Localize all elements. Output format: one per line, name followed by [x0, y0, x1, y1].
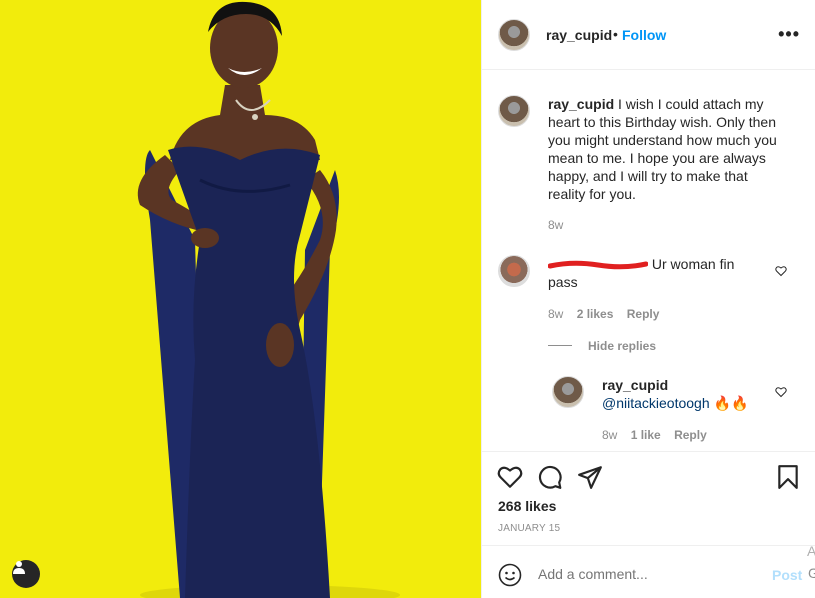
reply-mention[interactable]: @niitackieotoogh	[602, 395, 710, 411]
comment-time[interactable]: 8w	[548, 307, 563, 321]
comment-text: Ur woman fin pass	[547, 255, 748, 291]
caption: ray_cupid I wish I could attach my heart…	[498, 95, 798, 235]
add-comment-bar: Post	[482, 545, 815, 598]
hide-replies-line	[548, 345, 572, 346]
post-comment-button[interactable]: Post	[772, 567, 802, 583]
reply-time[interactable]: 8w	[602, 428, 617, 442]
user-silhouette-icon	[13, 561, 25, 574]
comment-bubble-icon[interactable]	[537, 464, 563, 490]
reply-meta: 8w 1 like Reply	[602, 428, 717, 442]
post-actions: 268 likes JANUARY 15	[482, 451, 815, 551]
post-date[interactable]: JANUARY 15	[498, 523, 560, 534]
reply-avatar[interactable]	[552, 376, 584, 408]
bookmark-icon[interactable]	[775, 464, 801, 490]
follow-button[interactable]: Follow	[622, 27, 666, 43]
comment-input[interactable]	[538, 566, 758, 582]
reply-reply-button[interactable]: Reply	[674, 428, 707, 442]
paper-plane-icon[interactable]	[577, 464, 603, 490]
comment-meta: 8w 2 likes Reply	[548, 307, 669, 321]
clipped-overlay-char-2: G	[808, 565, 815, 581]
caption-avatar[interactable]	[498, 95, 530, 127]
reply-item: ray_cupid @niitackieotoogh 🔥🔥 8w 1 like …	[552, 376, 802, 446]
comment-reply-button[interactable]: Reply	[627, 307, 660, 321]
redacted-username-scribble	[547, 261, 649, 270]
comment-like-heart-icon[interactable]	[775, 265, 787, 277]
comment-likes[interactable]: 2 likes	[577, 307, 614, 321]
smiley-icon[interactable]	[498, 563, 522, 587]
author-username[interactable]: ray_cupid	[546, 27, 612, 43]
clipped-overlay-char: A	[807, 543, 815, 559]
post-header: ray_cupid • Follow •••	[482, 0, 815, 70]
caption-time[interactable]: 8w	[548, 218, 563, 232]
reply-emoji: 🔥🔥	[713, 395, 749, 411]
user-tag-button[interactable]	[12, 560, 40, 588]
comments-area: ray_cupid I wish I could attach my heart…	[482, 71, 815, 451]
reply-text: ray_cupid @niitackieotoogh 🔥🔥	[602, 376, 772, 412]
likes-count[interactable]: 268 likes	[498, 498, 556, 514]
commenter-avatar[interactable]	[498, 255, 530, 287]
comment-item: Ur woman fin pass 8w 2 likes Reply	[498, 255, 798, 325]
caption-meta: 8w	[548, 218, 573, 232]
author-avatar[interactable]	[498, 19, 530, 51]
post-photo[interactable]	[0, 0, 481, 598]
photo-illustration	[0, 0, 481, 598]
hide-replies-button[interactable]: Hide replies	[588, 339, 656, 353]
post-side-panel: ray_cupid • Follow ••• ray_cupid I wish …	[481, 0, 815, 598]
reply-like-heart-icon[interactable]	[775, 386, 787, 398]
separator-dot: •	[613, 26, 618, 42]
caption-username[interactable]: ray_cupid	[548, 96, 614, 112]
reply-likes[interactable]: 1 like	[631, 428, 661, 442]
heart-icon[interactable]	[497, 464, 523, 490]
reply-username[interactable]: ray_cupid	[602, 377, 668, 393]
caption-text: ray_cupid I wish I could attach my heart…	[548, 95, 788, 203]
more-options-icon[interactable]: •••	[778, 24, 800, 45]
